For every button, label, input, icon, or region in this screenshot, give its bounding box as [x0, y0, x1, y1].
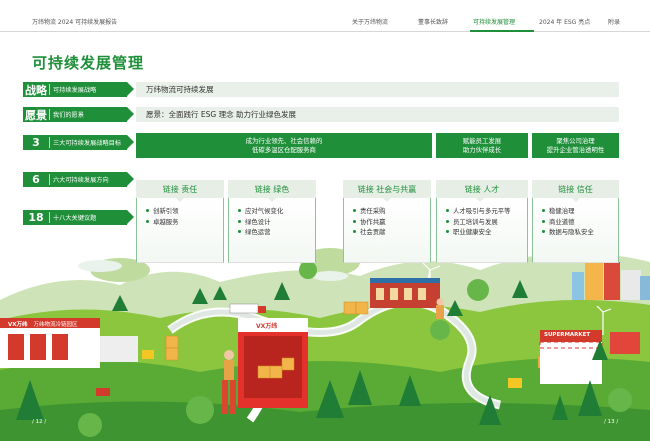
- nav-sustainability-management[interactable]: 可持续发展管理: [473, 17, 515, 26]
- warehouse-sign-text: 万纬物流冷链园区: [33, 322, 78, 328]
- pillar-item: 创新引领: [137, 206, 223, 217]
- label-strategy-big: 战略: [25, 83, 47, 97]
- pillar-title: 链接 社会与共赢: [343, 180, 431, 202]
- truck-logo: VX万纬: [256, 323, 278, 330]
- pillar-item: 商业道德: [533, 217, 618, 228]
- nav-active-indicator: [470, 30, 534, 32]
- pillar-item: 协作共赢: [344, 217, 430, 228]
- pillar-item: 数据与隐私安全: [533, 227, 618, 238]
- page-title: 可持续发展管理: [32, 54, 145, 72]
- pillar-title: 链接 绿色: [228, 180, 316, 202]
- label-vision: 愿景 我们的愿景: [23, 107, 134, 122]
- supermarket-sign: SUPERMARKET: [544, 332, 591, 338]
- pillar-item: 员工培训与发展: [437, 217, 527, 228]
- pillar-item: 卓越服务: [137, 217, 223, 228]
- pillar-item: 应对气候变化: [229, 206, 315, 217]
- pillar-trust: 链接 信任 稳健治理 商业道德 数据与隐私安全: [532, 180, 619, 263]
- page-number-right: / 13 /: [604, 419, 619, 425]
- nav-about[interactable]: 关于万纬物流: [352, 17, 388, 26]
- pillar-talent: 链接 人才 人才吸引与多元平等 员工培训与发展 职业健康安全: [436, 180, 528, 263]
- label-vision-big: 愿景: [25, 108, 47, 122]
- pillar-title: 链接 责任: [136, 180, 224, 202]
- pillar-item: 绿色运营: [229, 227, 315, 238]
- pillar-item: 责任采购: [344, 206, 430, 217]
- nav-divider: [0, 31, 650, 32]
- label-goals: 3 三大可持续发展战略目标: [23, 135, 134, 150]
- pillar-item: 稳健治理: [533, 206, 618, 217]
- pillar-title: 链接 人才: [436, 180, 528, 202]
- label-topics-small: 十八大关键议题: [53, 215, 97, 222]
- page-number-left: / 12 /: [32, 419, 47, 425]
- pillar-item: 职业健康安全: [437, 227, 527, 238]
- goal-low-carbon: 成为行业领先、社会信赖的 低碳多温区仓配服务商: [136, 133, 432, 158]
- label-strategy: 战略 可持续发展战略: [23, 82, 134, 97]
- pillar-item: 人才吸引与多元平等: [437, 206, 527, 217]
- pillar-item: 绿色设计: [229, 217, 315, 228]
- label-goals-big: 3: [32, 136, 40, 149]
- label-vision-small: 我们的愿景: [53, 112, 84, 119]
- nav-esg-highlights[interactable]: 2024 年 ESG 亮点: [539, 17, 590, 26]
- nav-chairman[interactable]: 董事长致辞: [418, 17, 448, 26]
- nav-appendix[interactable]: 附录: [608, 17, 620, 26]
- strategy-content: 万纬物流可持续发展: [136, 82, 619, 97]
- goal-governance: 聚焦公司治理 提升企业管治透明性: [532, 133, 619, 158]
- pillar-green: 链接 绿色 应对气候变化 绿色设计 绿色运营: [228, 180, 316, 263]
- vision-content: 愿景：全面践行 ESG 理念 助力行业绿色发展: [136, 107, 619, 122]
- pillar-responsibility: 链接 责任 创新引领 卓越服务: [136, 180, 224, 263]
- warehouse-sign: VX万纬 万纬物流冷链园区: [8, 320, 78, 328]
- label-strategy-small: 可持续发展战略: [53, 87, 97, 94]
- label-directions: 6 六大可持续发展方向: [23, 172, 134, 187]
- pillar-society: 链接 社会与共赢 责任采购 协作共赢 社会贡献: [343, 180, 431, 263]
- goal-talent: 赋能员工发展 助力伙伴成长: [436, 133, 528, 158]
- warehouse-logo: VX万纬: [8, 322, 28, 328]
- pillar-item: 社会贡献: [344, 227, 430, 238]
- label-topics: 18 十八大关键议题: [23, 210, 134, 225]
- label-directions-big: 6: [32, 173, 40, 186]
- report-brand: 万纬物流 2024 可持续发展报告: [32, 19, 118, 26]
- label-topics-big: 18: [28, 211, 44, 224]
- label-goals-small: 三大可持续发展战略目标: [53, 140, 122, 147]
- pillar-title: 链接 信任: [532, 180, 619, 202]
- label-directions-small: 六大可持续发展方向: [53, 177, 109, 184]
- top-navigation: 万纬物流 2024 可持续发展报告 关于万纬物流 董事长致辞 可持续发展管理 2…: [0, 0, 650, 34]
